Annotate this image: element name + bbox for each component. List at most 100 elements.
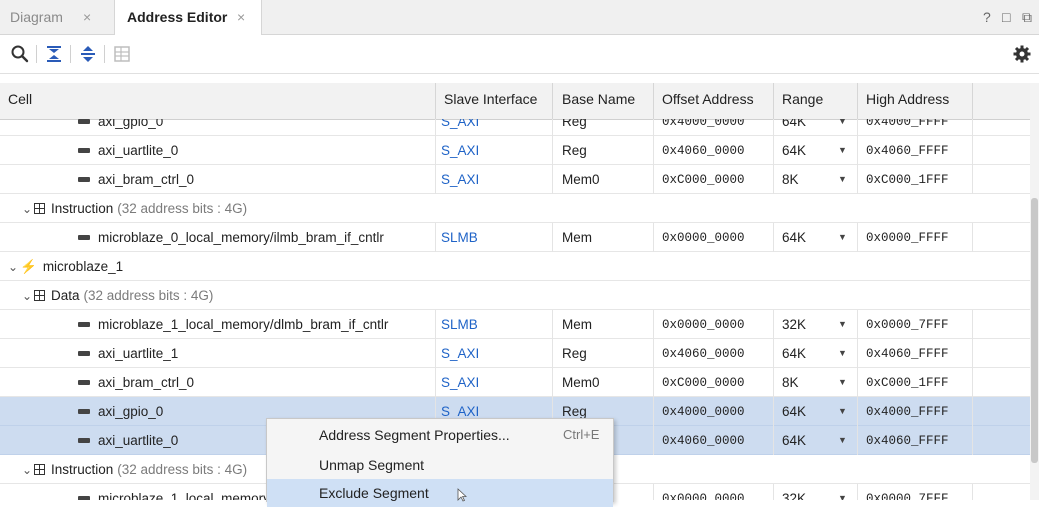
slave-interface-link[interactable]: S_AXI: [441, 404, 479, 419]
range-dropdown-icon[interactable]: ▼: [838, 493, 847, 500]
column-header-base-name[interactable]: Base Name: [562, 91, 635, 107]
range-value[interactable]: 8K: [782, 172, 799, 187]
high-address-value: 0x4000_FFFF: [866, 405, 949, 419]
slave-interface-link[interactable]: SLMB: [441, 317, 478, 332]
offset-address-value[interactable]: 0x4000_0000: [662, 405, 745, 419]
collapse-all-icon[interactable]: [44, 44, 64, 64]
range-dropdown-icon[interactable]: ▼: [838, 145, 847, 155]
offset-address-value[interactable]: 0x4060_0000: [662, 347, 745, 361]
menu-item-exclude-segment[interactable]: Exclude Segment: [267, 479, 613, 507]
range-dropdown-icon[interactable]: ▼: [838, 119, 847, 126]
range-value[interactable]: 32K: [782, 491, 806, 500]
column-divider[interactable]: [857, 83, 858, 119]
menu-item-unmap-segment[interactable]: Unmap Segment: [267, 451, 613, 479]
segment-icon: [78, 321, 90, 327]
address-space-row[interactable]: ⌄ Instruction (32 address bits : 4G): [0, 194, 1030, 223]
auto-assign-icon[interactable]: [112, 44, 132, 64]
table-row[interactable]: axi_uartlite_1 S_AXI Reg 0x4060_0000 64K 0x40…: [0, 339, 1030, 368]
vertical-scrollbar[interactable]: [1030, 83, 1039, 500]
segment-icon: [78, 408, 90, 414]
cell-name: axi_uartlite_1: [78, 346, 178, 361]
column-divider[interactable]: [435, 83, 436, 119]
range-value[interactable]: 64K: [782, 119, 806, 129]
settings-icon[interactable]: [1012, 44, 1032, 64]
column-header-slave-interface[interactable]: Slave Interface: [444, 91, 537, 107]
offset-address-value[interactable]: 0x0000_0000: [662, 492, 745, 500]
chevron-down-icon[interactable]: ⌄: [8, 260, 20, 274]
tab-diagram[interactable]: Diagram ×: [0, 0, 113, 34]
table-row[interactable]: axi_uartlite_0 S_AXI Reg 0x4060_0000 64K 0x40…: [0, 136, 1030, 165]
slave-interface-link[interactable]: S_AXI: [441, 346, 479, 361]
table-row[interactable]: microblaze_0_local_memory/ilmb_bram_if_c…: [0, 223, 1030, 252]
high-address-value: 0x4060_FFFF: [866, 144, 949, 158]
address-bits-note: (32 address bits : 4G): [83, 288, 214, 303]
cell-divider: [857, 368, 858, 397]
cell-label: Instruction: [51, 201, 114, 216]
menu-item-address-segment-properties[interactable]: Address Segment Properties... Ctrl+E: [267, 421, 613, 449]
range-value[interactable]: 64K: [782, 346, 806, 361]
table-row[interactable]: axi_bram_ctrl_0 S_AXI Mem0 0xC000_0000 8K 0xC…: [0, 368, 1030, 397]
address-space-row[interactable]: ⌄ Data (32 address bits : 4G): [0, 281, 1030, 310]
slave-interface-link[interactable]: S_AXI: [441, 119, 479, 129]
offset-address-value[interactable]: 0xC000_0000: [662, 173, 745, 187]
cell-divider: [552, 165, 553, 194]
cell-divider: [435, 119, 436, 136]
close-icon[interactable]: ×: [237, 0, 245, 34]
range-dropdown-icon[interactable]: ▼: [838, 435, 847, 445]
range-value[interactable]: 32K: [782, 317, 806, 332]
maximize-icon[interactable]: □: [1002, 0, 1010, 34]
scrollbar-thumb[interactable]: [1031, 198, 1038, 463]
range-value[interactable]: 64K: [782, 230, 806, 245]
cell-divider: [857, 119, 858, 136]
range-dropdown-icon[interactable]: ▼: [838, 319, 847, 329]
column-header-range[interactable]: Range: [782, 91, 823, 107]
chevron-down-icon[interactable]: ⌄: [22, 289, 34, 303]
range-dropdown-icon[interactable]: ▼: [838, 232, 847, 242]
table-row[interactable]: axi_gpio_0 S_AXI Reg 0x4000_0000 64K 0x4000_F…: [0, 119, 1030, 136]
table-row[interactable]: axi_bram_ctrl_0 S_AXI Mem0 0xC000_0000 8K 0xC…: [0, 165, 1030, 194]
column-divider[interactable]: [552, 83, 553, 119]
close-icon[interactable]: ×: [83, 0, 91, 34]
chevron-down-icon[interactable]: ⌄: [22, 463, 34, 477]
column-divider[interactable]: [773, 83, 774, 119]
range-value[interactable]: 64K: [782, 143, 806, 158]
range-value[interactable]: 8K: [782, 375, 799, 390]
slave-interface-link[interactable]: S_AXI: [441, 143, 479, 158]
cell-label: axi_uartlite_0: [98, 143, 179, 158]
search-icon[interactable]: [10, 44, 30, 64]
cell-divider: [857, 397, 858, 426]
column-header-offset-address[interactable]: Offset Address: [662, 91, 754, 107]
toolbar-separator: [36, 45, 37, 63]
restore-icon[interactable]: ⧉: [1022, 0, 1032, 34]
offset-address-value[interactable]: 0x0000_0000: [662, 231, 745, 245]
offset-address-value[interactable]: 0x4060_0000: [662, 144, 745, 158]
slave-interface-link[interactable]: SLMB: [441, 230, 478, 245]
offset-address-value[interactable]: 0x4000_0000: [662, 119, 745, 129]
offset-address-value[interactable]: 0xC000_0000: [662, 376, 745, 390]
help-icon[interactable]: ?: [983, 0, 991, 34]
master-row[interactable]: ⌄ ⚡ microblaze_1: [0, 252, 1030, 281]
column-divider[interactable]: [972, 83, 973, 119]
cell-divider: [552, 119, 553, 136]
offset-address-value[interactable]: 0x4060_0000: [662, 434, 745, 448]
range-dropdown-icon[interactable]: ▼: [838, 174, 847, 184]
range-value[interactable]: 64K: [782, 433, 806, 448]
expand-all-icon[interactable]: [78, 44, 98, 64]
column-header-cell[interactable]: Cell: [8, 91, 32, 107]
range-dropdown-icon[interactable]: ▼: [838, 406, 847, 416]
cell-divider: [653, 484, 654, 500]
offset-address-value[interactable]: 0x0000_0000: [662, 318, 745, 332]
tab-address-editor[interactable]: Address Editor ×: [114, 0, 262, 35]
column-divider[interactable]: [653, 83, 654, 119]
cell-divider: [857, 310, 858, 339]
cell-label: Instruction: [51, 462, 114, 477]
column-header-high-address[interactable]: High Address: [866, 91, 949, 107]
range-value[interactable]: 64K: [782, 404, 806, 419]
range-dropdown-icon[interactable]: ▼: [838, 377, 847, 387]
range-dropdown-icon[interactable]: ▼: [838, 348, 847, 358]
table-row[interactable]: microblaze_1_local_memory/dlmb_bram_if_c…: [0, 310, 1030, 339]
slave-interface-link[interactable]: S_AXI: [441, 375, 479, 390]
tab-label: Diagram: [10, 9, 63, 25]
chevron-down-icon[interactable]: ⌄: [22, 202, 34, 216]
slave-interface-link[interactable]: S_AXI: [441, 172, 479, 187]
